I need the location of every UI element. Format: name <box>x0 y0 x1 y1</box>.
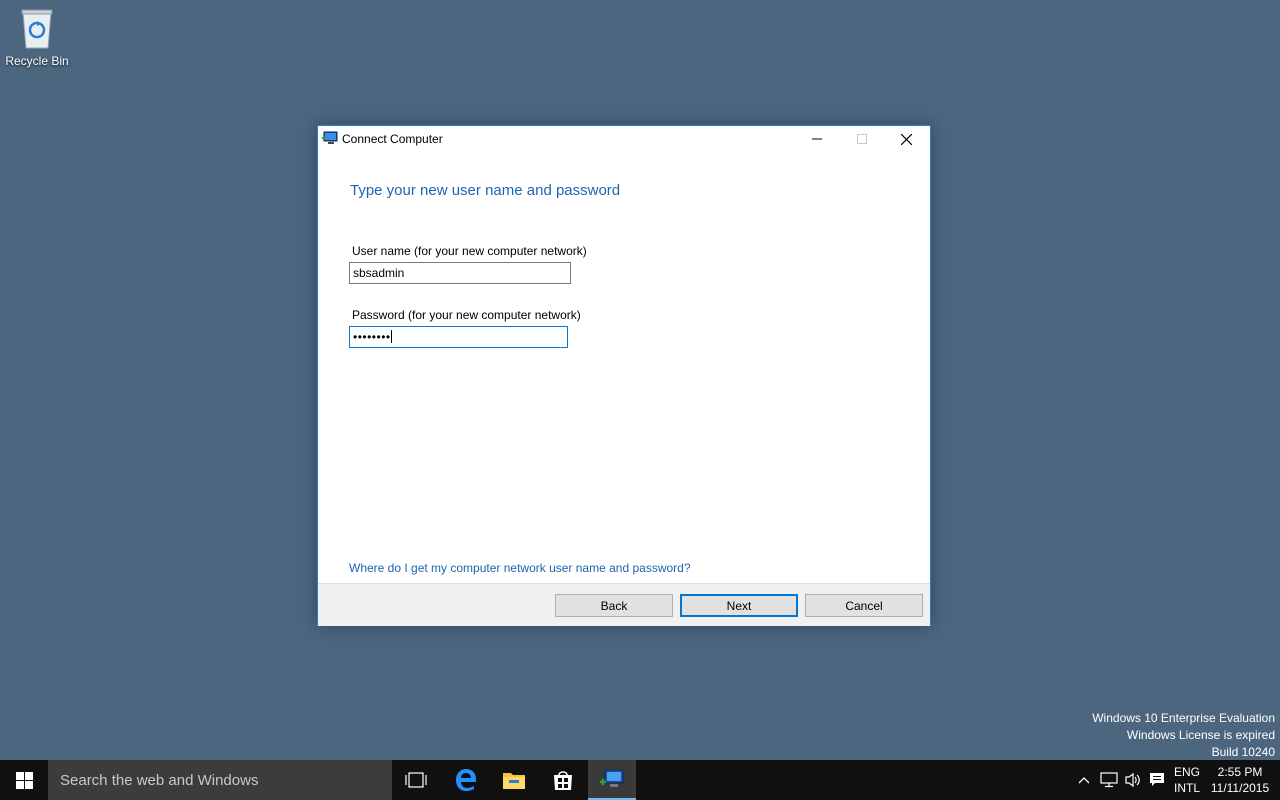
next-button[interactable]: Next <box>680 594 798 617</box>
file-explorer-icon <box>503 773 525 789</box>
taskbar: Search the web and Windows ENG INTL 2:55… <box>0 760 1280 800</box>
help-link[interactable]: Where do I get my computer network user … <box>349 561 691 575</box>
action-center-icon <box>1150 773 1164 786</box>
task-view-icon <box>405 772 427 788</box>
windows-watermark: Windows 10 Enterprise Evaluation Windows… <box>1092 710 1275 761</box>
start-button[interactable] <box>0 760 48 800</box>
keyboard-layout: INTL <box>1174 781 1201 795</box>
network-icon <box>1100 772 1118 788</box>
chevron-up-icon <box>1078 777 1090 784</box>
windows-start-icon <box>15 771 33 789</box>
connect-computer-window: Connect Computer Type your new user name… <box>317 125 931 626</box>
username-input[interactable]: sbsadmin <box>349 262 571 284</box>
recycle-bin-icon <box>21 9 53 49</box>
back-button[interactable]: Back <box>555 594 673 617</box>
file-explorer-button[interactable] <box>490 760 538 800</box>
minimize-icon <box>811 138 822 140</box>
username-label: User name (for your new computer network… <box>352 244 587 258</box>
minimize-button[interactable] <box>794 126 839 152</box>
action-center-button[interactable] <box>1147 770 1167 790</box>
recycle-bin-label: Recycle Bin <box>5 54 69 68</box>
page-heading: Type your new user name and password <box>350 182 621 199</box>
password-input[interactable]: •••••••• <box>349 326 568 348</box>
text-caret <box>390 330 392 343</box>
search-box[interactable]: Search the web and Windows <box>48 760 392 800</box>
maximize-icon <box>856 134 867 144</box>
edge-icon <box>456 769 476 791</box>
watermark-build: Build 10240 <box>1211 745 1275 759</box>
close-button[interactable] <box>884 126 929 152</box>
connect-computer-app-icon <box>321 131 338 151</box>
clock[interactable]: 2:55 PM 11/11/2015 <box>1206 764 1274 796</box>
recycle-bin[interactable]: Recycle Bin <box>4 6 70 78</box>
clock-date: 11/11/2015 <box>1210 781 1270 795</box>
cancel-button[interactable]: Cancel <box>805 594 923 617</box>
task-view-button[interactable] <box>392 760 440 800</box>
title-bar[interactable]: Connect Computer <box>318 126 930 152</box>
connect-computer-taskbar-button[interactable] <box>588 760 636 800</box>
show-hidden-icons-button[interactable] <box>1074 770 1094 790</box>
connect-computer-icon <box>600 769 624 787</box>
store-icon <box>554 771 572 790</box>
button-bar: Back Next Cancel <box>318 583 930 626</box>
close-icon <box>901 133 912 145</box>
network-button[interactable] <box>1099 770 1119 790</box>
language-code: ENG <box>1174 765 1201 779</box>
volume-icon <box>1125 772 1140 788</box>
password-label: Password (for your new computer network) <box>352 308 581 322</box>
clock-time: 2:55 PM <box>1217 765 1263 779</box>
edge-button[interactable] <box>442 760 490 800</box>
store-button[interactable] <box>539 760 587 800</box>
watermark-license: Windows License is expired <box>1126 728 1275 742</box>
password-value: •••••••• <box>353 330 391 344</box>
volume-button[interactable] <box>1123 770 1143 790</box>
window-title: Connect Computer <box>342 132 443 146</box>
input-language-button[interactable]: ENG INTL <box>1174 764 1200 796</box>
maximize-button[interactable] <box>839 126 884 152</box>
watermark-edition: Windows 10 Enterprise Evaluation <box>1092 711 1275 725</box>
